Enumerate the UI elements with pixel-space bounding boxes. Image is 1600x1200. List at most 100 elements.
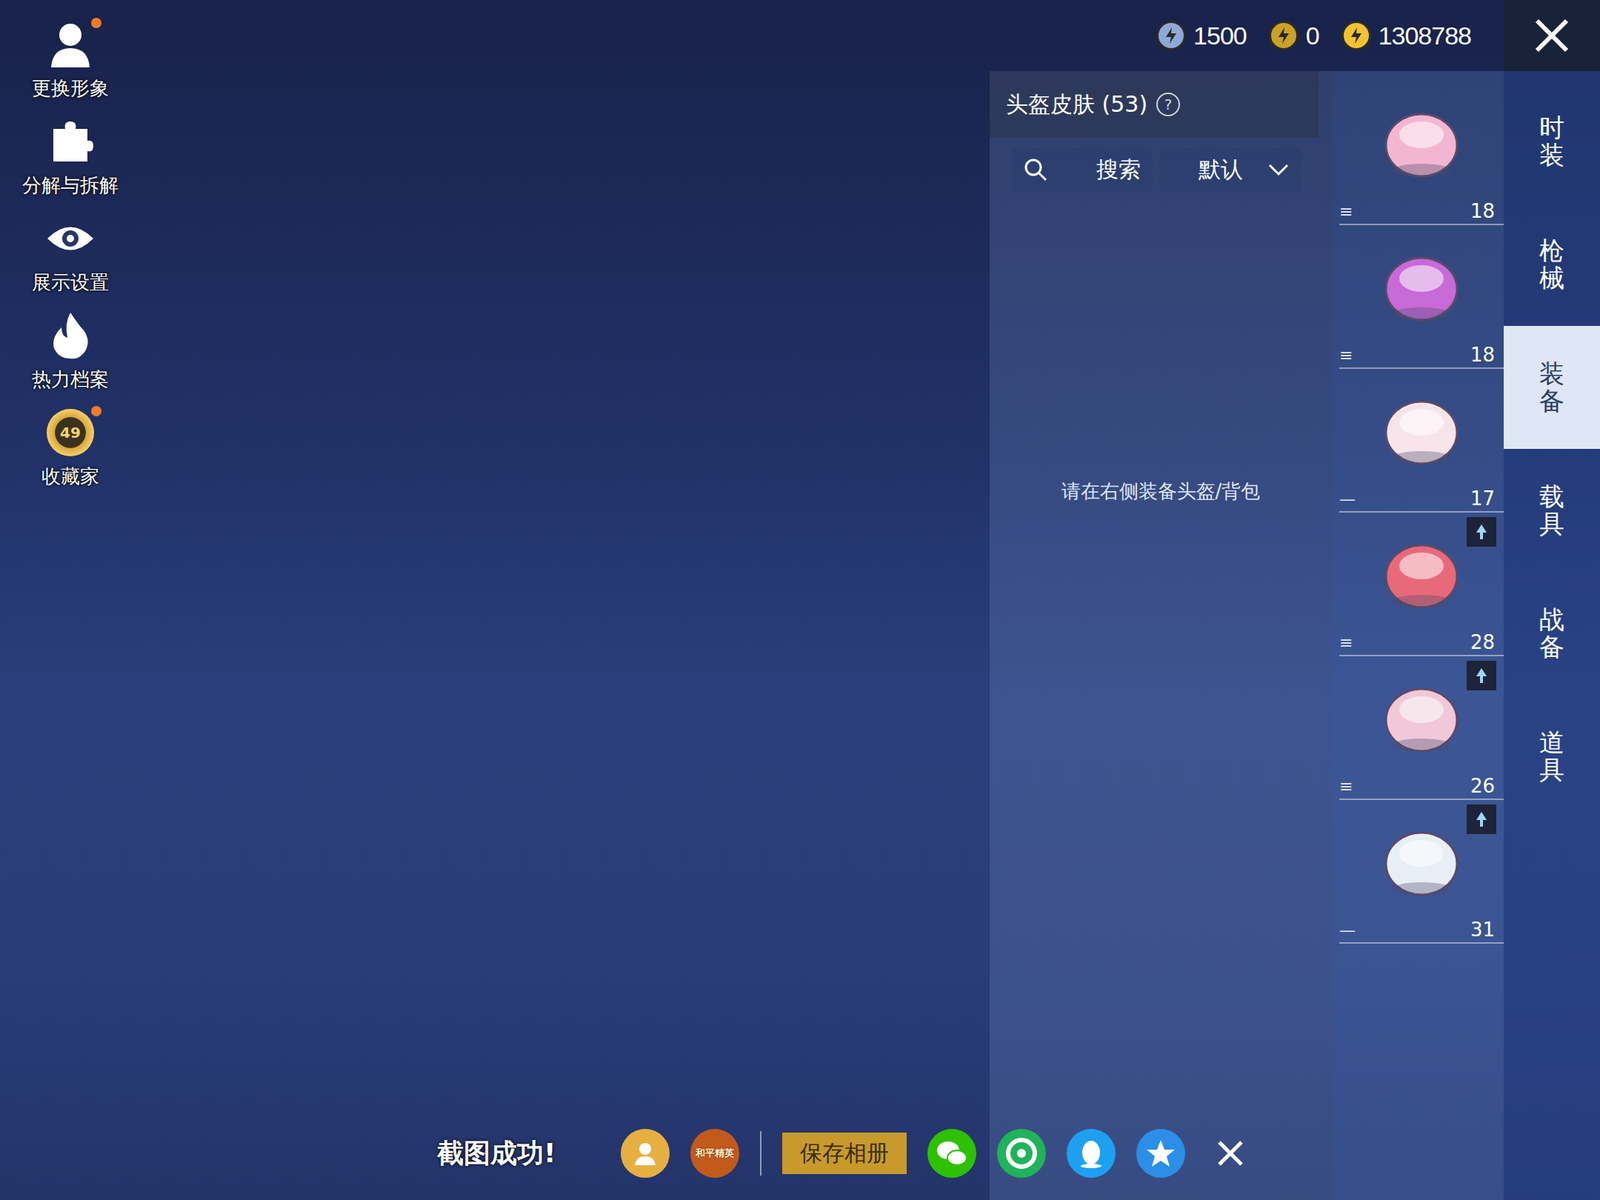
qq-button[interactable] (1066, 1128, 1116, 1178)
currency: 1308788 (1341, 20, 1472, 51)
item-art-icon (1373, 671, 1470, 760)
left-menu-item[interactable]: 热力档案 (31, 307, 109, 393)
sort-dropdown[interactable]: 默认 (1160, 148, 1301, 192)
left-menu-item[interactable]: 展示设置 (31, 210, 109, 296)
left-menu-item[interactable]: 49收藏家 (41, 404, 100, 490)
search-field[interactable]: 搜索 (1011, 148, 1153, 192)
item-count: 18 (1470, 200, 1495, 223)
notification-dot (91, 17, 102, 29)
menu-label: 更换形象 (31, 75, 109, 102)
category-tabs: 时装枪械装备载具战备道具 (1503, 0, 1600, 1200)
item-art-icon (1373, 814, 1470, 904)
item-art (1339, 656, 1504, 775)
currency: 0 (1268, 20, 1320, 51)
category-tab[interactable]: 装备 (1503, 325, 1600, 449)
currency: 1500 (1156, 20, 1247, 51)
item-handle: ≡ (1339, 633, 1353, 652)
menu-icon-wrap (42, 16, 99, 73)
close-icon (1215, 1138, 1246, 1169)
item-list: ≡18≡18—17≡28≡26—31 (1331, 71, 1504, 1200)
save-album-button[interactable]: 保存相册 (782, 1132, 907, 1175)
item-card[interactable]: —17 (1339, 368, 1504, 513)
coin-icon (1156, 20, 1186, 51)
category-tab[interactable]: 载具 (1503, 448, 1600, 572)
tab-list: 时装枪械装备载具战备道具 (1503, 71, 1600, 818)
coin-icon (1268, 20, 1299, 51)
item-badge (1466, 517, 1497, 547)
currency-bar: 1500 0 1308788 (140, 0, 1504, 72)
panel-header: 头盔皮肤 (53)? (989, 71, 1319, 138)
left-menu: 更换形象分解与拆解展示设置热力档案 49收藏家 (0, 0, 141, 1200)
item-card[interactable]: ≡ 26 (1339, 656, 1504, 800)
category-tab[interactable]: 战备 (1503, 571, 1600, 695)
coin-mark-icon (1277, 27, 1291, 44)
game-logo-button[interactable]: 和平精英 (690, 1128, 740, 1178)
item-handle: — (1339, 920, 1356, 940)
share-bar: 截图成功! 和平精英保存相册 (437, 1128, 1255, 1178)
item-card[interactable]: ≡ 18 (1339, 225, 1504, 369)
category-tab[interactable]: 枪械 (1503, 202, 1600, 326)
search-icon (1023, 157, 1048, 182)
item-count: 18 (1470, 343, 1495, 366)
left-menu-item[interactable]: 更换形象 (31, 16, 109, 102)
currency-amount: 1308788 (1378, 21, 1472, 51)
scene-view (140, 71, 990, 1200)
coin-icon (1341, 20, 1372, 51)
item-art-icon (1373, 527, 1470, 617)
item-footer: ≡ 18 (1339, 200, 1504, 224)
qzone-button[interactable] (1136, 1128, 1186, 1178)
notification-dot (91, 405, 102, 417)
profile-share-button[interactable] (620, 1128, 670, 1178)
upgrade-icon (1471, 665, 1492, 686)
skin-panel: 头盔皮肤 (53)? 搜索默认请在右侧装备头盔/背包 (989, 71, 1332, 1200)
item-footer: ≡ 18 (1339, 343, 1504, 368)
item-footer: — 31 (1339, 918, 1504, 943)
item-count: 26 (1470, 774, 1495, 798)
scene: 更换形象分解与拆解展示设置热力档案 49收藏家 1500 0 1308788 头盔皮肤 (… (0, 0, 1600, 1200)
stage: 1500 0 1308788 头盔皮肤 (53)? 搜索默认请在右侧装备头盔/背包 ≡ 18… (140, 0, 1504, 1200)
qq-icon (1077, 1137, 1105, 1169)
share-close-button[interactable] (1205, 1128, 1255, 1178)
item-badge (1466, 660, 1497, 691)
moments-icon (1005, 1137, 1038, 1170)
currency-amount: 0 (1305, 21, 1320, 51)
main-area: 更换形象分解与拆解展示设置热力档案 49收藏家 1500 0 1308788 头盔皮肤 (… (0, 0, 1504, 1200)
close-button[interactable] (1503, 0, 1600, 72)
coin-mark-icon (1349, 27, 1363, 44)
share-divider (760, 1131, 762, 1176)
panel-title: 头盔皮肤 (53) (1005, 89, 1148, 120)
item-card[interactable]: — 31 (1339, 800, 1504, 944)
item-footer: —17 (1339, 487, 1504, 512)
moments-button[interactable] (997, 1128, 1046, 1178)
item-art (1339, 800, 1504, 919)
item-handle: ≡ (1339, 202, 1353, 221)
wechat-icon (935, 1138, 969, 1169)
item-handle: ≡ (1339, 777, 1353, 796)
avatar-icon (48, 20, 93, 69)
screenshot-toast: 截图成功! (437, 1135, 556, 1172)
category-tab[interactable]: 时装 (1503, 80, 1600, 203)
item-handle: — (1339, 489, 1356, 509)
menu-icon-wrap (42, 307, 99, 364)
item-card[interactable]: ≡ 18 (1339, 81, 1504, 226)
item-art-icon (1373, 383, 1470, 473)
category-tab[interactable]: 道具 (1503, 694, 1600, 818)
close-icon (1532, 16, 1572, 55)
equip-hint: 请在右侧装备头盔/背包 (989, 478, 1332, 505)
eye-icon (45, 221, 95, 256)
menu-label: 热力档案 (31, 366, 109, 393)
avatar-icon (630, 1138, 660, 1169)
item-art-icon (1373, 240, 1470, 329)
left-menu-item[interactable]: 分解与拆解 (22, 113, 119, 199)
item-handle: ≡ (1339, 345, 1353, 365)
item-art-icon (1373, 96, 1470, 186)
menu-label: 展示设置 (31, 269, 109, 296)
coin-mark-icon (1164, 27, 1178, 44)
chevron-down-icon (1268, 162, 1289, 177)
wechat-button[interactable] (927, 1128, 977, 1178)
menu-icon-wrap (42, 210, 99, 267)
item-card[interactable]: ≡28 (1339, 512, 1504, 657)
item-count: 31 (1470, 918, 1495, 941)
puzzle-icon (47, 118, 94, 165)
help-button[interactable]: ? (1156, 92, 1180, 117)
